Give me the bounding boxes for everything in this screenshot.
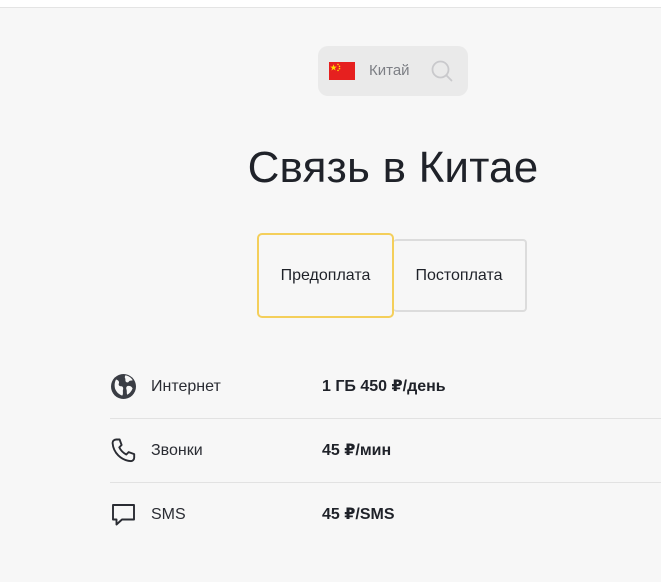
- phone-icon: [110, 437, 137, 464]
- tab-postpaid-label: Постоплата: [415, 266, 503, 284]
- message-icon: [110, 501, 137, 528]
- country-picker[interactable]: Китай: [318, 46, 468, 96]
- globe-icon: [110, 373, 137, 400]
- roaming-page: Китай Связь в Китае Предоплата Постоплат…: [0, 8, 661, 582]
- tab-prepaid[interactable]: Предоплата: [257, 233, 394, 318]
- tab-prepaid-label: Предоплата: [280, 266, 371, 284]
- search-icon[interactable]: [430, 59, 454, 83]
- rate-value: 45 ₽/мин: [322, 442, 392, 459]
- rate-row-calls: Звонки 45 ₽/мин: [110, 419, 661, 483]
- page-title: Связь в Китае: [247, 143, 539, 192]
- rate-label: Звонки: [151, 442, 203, 459]
- rate-label: Интернет: [151, 378, 221, 395]
- rate-label: SMS: [151, 506, 186, 523]
- rate-row-internet: Интернет 1 ГБ 450 ₽/день: [110, 355, 661, 419]
- rate-value: 45 ₽/SMS: [322, 506, 395, 523]
- rate-row-sms: SMS 45 ₽/SMS: [110, 483, 661, 547]
- china-flag-icon: [329, 62, 355, 80]
- rates-list: Интернет 1 ГБ 450 ₽/день Звонки 45 ₽/мин…: [110, 355, 661, 547]
- tab-postpaid[interactable]: Постоплата: [393, 239, 527, 312]
- rate-value: 1 ГБ 450 ₽/день: [322, 378, 446, 395]
- country-name: Китай: [369, 62, 410, 79]
